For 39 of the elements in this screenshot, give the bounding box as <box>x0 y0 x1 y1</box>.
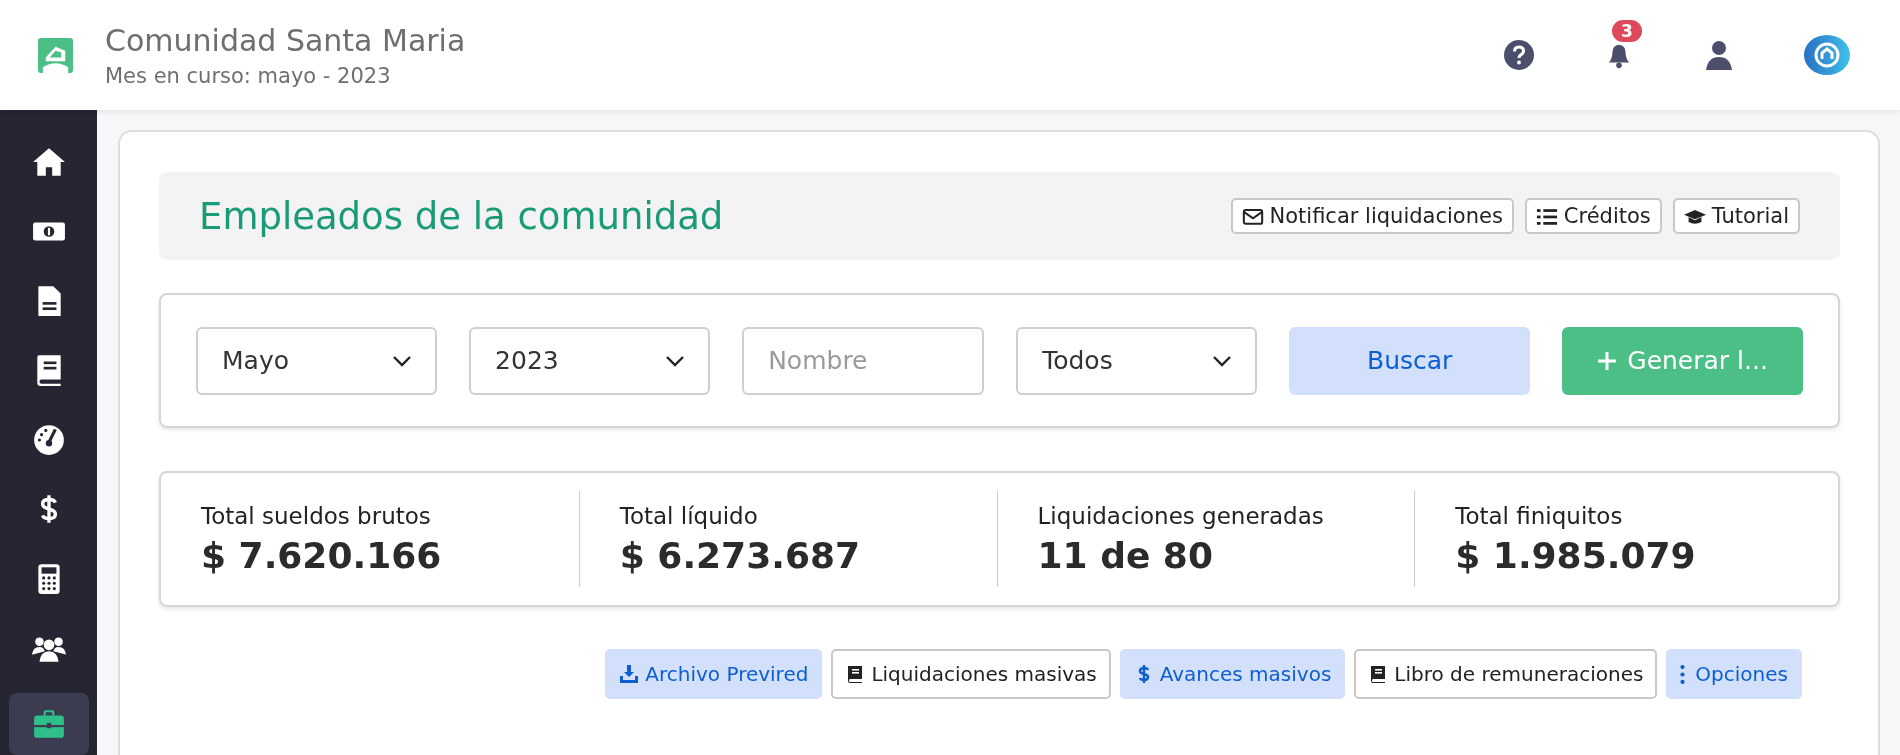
month-select[interactable]: Mayo <box>196 326 438 395</box>
current-month-text: Mes en curso: mayo - 2023 <box>105 63 392 88</box>
gauge-icon <box>31 422 66 457</box>
stat-label: Total líquido <box>619 502 759 529</box>
status-select[interactable]: Todos <box>1016 326 1258 395</box>
stat-label: Total finiquitos <box>1455 502 1624 529</box>
action-button[interactable]: Liquidaciones masivas <box>831 649 1111 699</box>
action-button[interactable]: Opciones <box>1666 649 1802 699</box>
action-button[interactable]: Avances masivos <box>1119 649 1346 699</box>
download-icon <box>619 664 640 684</box>
logo-icon <box>38 37 73 73</box>
stat-label: Liquidaciones generadas <box>1037 502 1325 529</box>
kebab-icon <box>1680 664 1686 684</box>
chevron-down-icon <box>665 354 686 367</box>
envelope-icon <box>1241 206 1264 226</box>
stat-value: 11 de 80 <box>1037 534 1214 576</box>
page-title: Empleados de la comunidad <box>199 194 724 238</box>
help-icon[interactable] <box>1504 40 1534 70</box>
plus-icon <box>1597 350 1618 371</box>
community-title: Comunidad Santa Maria <box>105 22 466 58</box>
chevron-down-icon <box>392 354 413 367</box>
app-logo-icon[interactable] <box>1804 35 1850 75</box>
stat-value: $ 6.273.687 <box>619 534 862 576</box>
sidebar-item[interactable] <box>8 692 89 755</box>
action-button[interactable]: Archivo Previred <box>605 649 823 699</box>
user-icon[interactable] <box>1704 40 1734 70</box>
action-button[interactable]: Libro de remuneraciones <box>1354 649 1658 699</box>
chevron-down-icon <box>1212 354 1233 367</box>
name-input-field[interactable]: Nombre <box>742 326 985 395</box>
toolbar-button[interactable]: Notificar liquidaciones <box>1230 198 1514 234</box>
toolbar-button[interactable]: Tutorial <box>1672 198 1800 234</box>
stat-value: $ 1.985.079 <box>1455 534 1697 576</box>
stat-value: $ 7.620.166 <box>201 534 443 576</box>
list-icon <box>1535 206 1558 226</box>
search-button[interactable]: Buscar <box>1289 326 1531 395</box>
notification-badge: 3 <box>1612 20 1642 42</box>
stat-label: Total sueldos brutos <box>201 502 432 529</box>
year-select[interactable]: 2023 <box>469 326 711 395</box>
toolbar-button[interactable]: Créditos <box>1524 198 1662 234</box>
